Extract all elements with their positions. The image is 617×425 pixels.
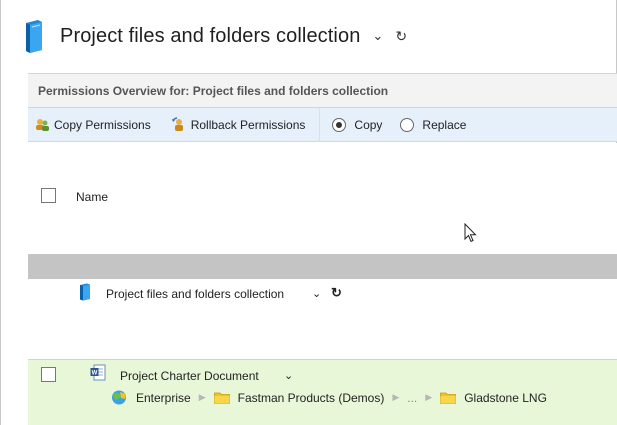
page-title: Project files and folders collection <box>60 24 361 47</box>
permissions-toolbar: Copy Permissions Rollback Permissions Co… <box>28 107 617 142</box>
word-document-icon: W <box>90 364 106 381</box>
copy-radio-label: Copy <box>354 117 383 132</box>
page-header: Project files and folders collection ⌄ ↻ <box>0 0 617 72</box>
location-breadcrumb: Enterprise ▶ Fastman Products (Demos) ▶ … <box>110 389 547 406</box>
table-divider-band <box>28 254 617 279</box>
breadcrumb-separator-icon: ▶ <box>392 392 400 402</box>
breadcrumb-separator-icon: ▶ <box>198 392 206 402</box>
toolbar-divider <box>319 107 321 142</box>
document-chevron-down-icon[interactable]: ⌄ <box>284 369 293 382</box>
folder-icon <box>213 392 230 404</box>
title-refresh-icon[interactable]: ↻ <box>395 28 407 45</box>
column-name-header[interactable]: Name <box>76 190 108 204</box>
root-refresh-icon[interactable]: ↻ <box>331 285 342 301</box>
rollback-permissions-label: Rollback Permissions <box>190 117 306 132</box>
permissions-overview-bar: Permissions Overview for: Project files … <box>28 73 617 108</box>
breadcrumb-fastman-products[interactable]: Fastman Products (Demos) <box>238 391 385 405</box>
mouse-pointer-icon <box>464 223 477 243</box>
copy-radio[interactable] <box>332 117 347 132</box>
breadcrumb-enterprise[interactable]: Enterprise <box>136 391 191 405</box>
mode-option-replace[interactable]: Replace <box>400 117 467 132</box>
table-row[interactable]: W Project Charter Document ⌄ Enterprise … <box>28 359 617 425</box>
table-row-root: Project files and folders collection ⌄ ↻ <box>28 279 617 359</box>
folder-icon <box>440 392 457 404</box>
mode-option-copy[interactable]: Copy <box>332 117 383 132</box>
copy-permissions-button[interactable]: Copy Permissions <box>34 117 151 132</box>
table-column-header: Name <box>28 143 617 254</box>
svg-text:W: W <box>92 371 98 377</box>
select-all-checkbox[interactable] <box>41 188 56 203</box>
rollback-permissions-button[interactable]: Rollback Permissions <box>171 117 306 132</box>
rollback-permissions-icon <box>171 117 183 131</box>
copy-permissions-icon <box>36 119 49 131</box>
collection-book-icon-small <box>80 283 90 301</box>
collection-book-icon <box>26 20 42 53</box>
enterprise-icon <box>112 390 126 405</box>
breadcrumb-gladstone-lng[interactable]: Gladstone LNG <box>464 391 547 405</box>
breadcrumb-separator-icon: ▶ <box>425 392 433 402</box>
row-checkbox[interactable] <box>41 367 56 382</box>
copy-permissions-label: Copy Permissions <box>54 117 151 132</box>
root-chevron-down-icon[interactable]: ⌄ <box>312 287 321 300</box>
document-name-link[interactable]: Project Charter Document <box>120 369 259 383</box>
breadcrumb-ellipsis[interactable]: ... <box>407 391 417 405</box>
replace-radio-label: Replace <box>422 117 467 132</box>
root-item-label[interactable]: Project files and folders collection <box>106 287 284 301</box>
permissions-overview-label: Permissions Overview for: Project files … <box>38 83 389 98</box>
title-chevron-down-icon[interactable]: ⌄ <box>372 28 383 44</box>
replace-radio[interactable] <box>400 117 415 132</box>
